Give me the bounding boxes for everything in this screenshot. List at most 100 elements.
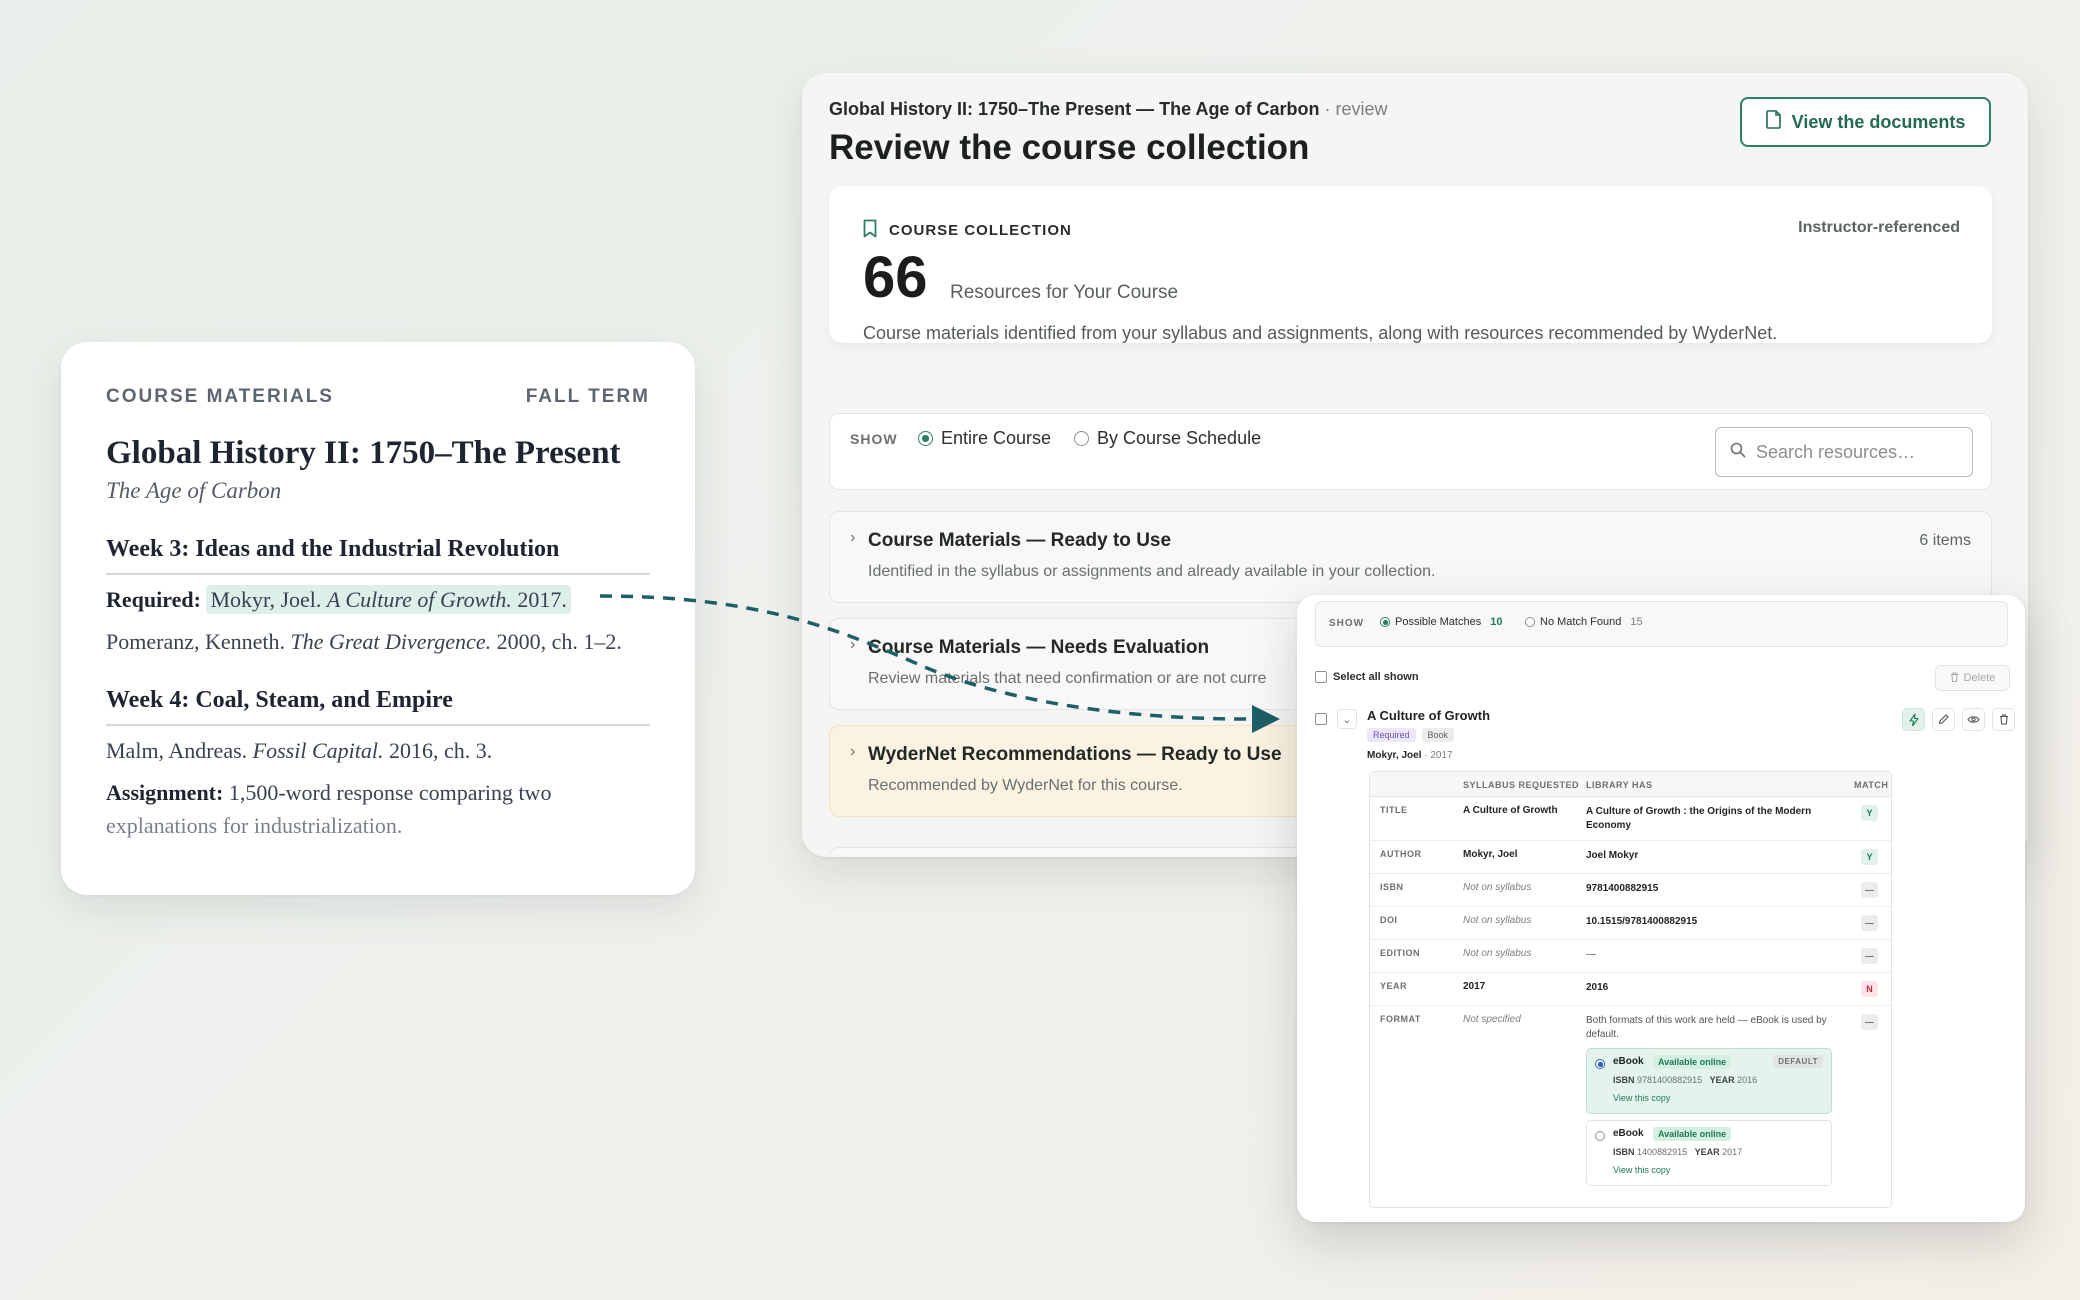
view-documents-label: View the documents (1791, 111, 1966, 132)
table-row: ISBN Not on syllabus 9781400882915 — (1370, 874, 1891, 907)
match-table: SYLLABUS REQUESTED LIBRARY HAS MATCH TIT… (1369, 771, 1892, 1208)
syllabus-card: COURSE MATERIALS FALL TERM Global Histor… (61, 342, 695, 895)
year-value: 2017 (1722, 1147, 1743, 1157)
requested-value: Not specified (1463, 1014, 1521, 1025)
field-label: DOI (1380, 915, 1398, 925)
type-tag: Book (1421, 728, 1455, 742)
match-badge: N (1861, 981, 1878, 997)
course-collection-card: COURSE COLLECTION Instructor-referenced … (829, 186, 1992, 343)
collection-description: Course materials identified from your sy… (863, 323, 1778, 343)
view-copy-link[interactable]: View this copy (1613, 1093, 1670, 1103)
table-row: FORMAT Not specified Both formats of thi… (1370, 1006, 1891, 1209)
requested-value: Not on syllabus (1463, 948, 1532, 959)
breadcrumb-suffix: · review (1324, 99, 1388, 119)
format-option-default[interactable]: eBook Available online DEFAULT ISBN 9781… (1586, 1048, 1832, 1114)
section-count: 6 items (1919, 532, 1971, 549)
required-label: Required: (106, 587, 201, 612)
isbn-value: 9781400882915 (1637, 1075, 1703, 1085)
header-syllabus-requested: SYLLABUS REQUESTED (1463, 780, 1580, 790)
field-label: YEAR (1380, 981, 1408, 991)
chevron-right-icon: › (850, 743, 856, 760)
format-meta: ISBN 9781400882915 YEAR 2016 (1613, 1075, 1757, 1085)
required-citation-highlight[interactable]: Mokyr, Joel. A Culture of Growth. 2017. (206, 585, 571, 614)
trash-icon[interactable] (1992, 708, 2015, 731)
match-badge: Y (1861, 849, 1878, 865)
bookmark-icon (863, 219, 877, 242)
item-year: · 2017 (1424, 750, 1453, 761)
show-label: SHOW (850, 431, 898, 447)
view-documents-button[interactable]: View the documents (1740, 97, 1991, 147)
header-match: MATCH (1854, 780, 1889, 790)
item-checkbox[interactable] (1315, 713, 1327, 725)
week3-heading: Week 3: Ideas and the Industrial Revolut… (106, 536, 650, 575)
reading-author: Malm, Andreas. (106, 738, 248, 763)
radio-unselected-icon (1074, 431, 1089, 446)
table-row: DOI Not on syllabus 10.1515/978140088291… (1370, 907, 1891, 940)
requested-value: 2017 (1463, 981, 1486, 992)
item-actions (1902, 708, 2015, 731)
week4-reading-line: Malm, Andreas. Fossil Capital. 2016, ch.… (106, 738, 650, 764)
view-copy-link[interactable]: View this copy (1613, 1165, 1670, 1175)
possible-count: 10 (1490, 616, 1503, 628)
reading-title: Fossil Capital. (252, 738, 384, 763)
year-label: YEAR (1694, 1147, 1720, 1157)
field-label: FORMAT (1380, 1014, 1421, 1024)
collection-label: COURSE COLLECTION (889, 222, 1072, 239)
syllabus-label: COURSE MATERIALS (106, 386, 334, 407)
reading-details: 2016, ch. 3. (388, 738, 493, 763)
assignment-text-faded: explanations for industrialization. (106, 813, 403, 838)
field-label: AUTHOR (1380, 849, 1422, 859)
section-description: Review materials that need confirmation … (868, 670, 1267, 687)
format-name: eBook (1613, 1056, 1644, 1067)
lightning-icon[interactable] (1902, 708, 1925, 731)
radio-possible-matches[interactable]: Possible Matches 10 (1380, 616, 1502, 628)
item-author: Mokyr, Joel · 2017 (1367, 750, 1453, 761)
isbn-label: ISBN (1613, 1147, 1635, 1157)
show-label: SHOW (1329, 618, 1365, 629)
item-author-name: Mokyr, Joel (1367, 750, 1422, 761)
pencil-icon[interactable] (1932, 708, 1955, 731)
requested-value: Not on syllabus (1463, 915, 1532, 926)
match-badge: — (1861, 882, 1878, 898)
match-filter-bar: SHOW Possible Matches 10 No Match Found … (1315, 601, 2008, 647)
select-all-checkbox[interactable]: Select all shown (1315, 671, 1419, 683)
match-badge: — (1861, 915, 1878, 931)
breadcrumb-course[interactable]: Global History II: 1750–The Present — Th… (829, 99, 1319, 119)
match-badge: — (1861, 1014, 1878, 1030)
radio-no-match[interactable]: No Match Found 15 (1525, 616, 1643, 628)
radio-by-schedule[interactable]: By Course Schedule (1074, 428, 1261, 449)
week3-required-line: Required: Mokyr, Joel. A Culture of Grow… (106, 585, 650, 614)
search-placeholder: Search resources… (1756, 441, 1916, 462)
format-option-alternate[interactable]: eBook Available online ISBN 1400882915 Y… (1586, 1120, 1832, 1186)
isbn-value: 1400882915 (1637, 1147, 1688, 1157)
eye-icon[interactable] (1962, 708, 1985, 731)
availability-badge: Available online (1653, 1127, 1732, 1141)
radio-entire-course[interactable]: Entire Course (918, 428, 1051, 449)
format-meta: ISBN 1400882915 YEAR 2017 (1613, 1147, 1742, 1157)
reading-details: 2000, ch. 1–2. (496, 629, 622, 654)
requested-value: Mokyr, Joel (1463, 849, 1518, 860)
requested-value: Not on syllabus (1463, 882, 1532, 893)
table-row: TITLE A Culture of Growth A Culture of G… (1370, 797, 1891, 841)
radio-label: Possible Matches (1395, 616, 1482, 628)
trash-icon (1950, 672, 1959, 685)
delete-button[interactable]: Delete (1935, 665, 2010, 691)
document-icon (1765, 110, 1782, 134)
nomatch-count: 15 (1630, 616, 1643, 628)
library-value: 2016 (1586, 982, 1609, 993)
required-tag: Required (1367, 728, 1416, 742)
section-ready-to-use[interactable]: › Course Materials — Ready to Use Identi… (829, 511, 1992, 603)
match-badge: Y (1861, 805, 1878, 821)
breadcrumb: Global History II: 1750–The Present — Th… (829, 99, 1387, 120)
section-description: Recommended by WyderNet for this course. (868, 777, 1183, 794)
chevron-down-icon[interactable]: ⌄ (1337, 709, 1357, 729)
search-input[interactable]: Search resources… (1715, 427, 1973, 477)
section-title: Course Materials — Needs Evaluation (868, 637, 1210, 658)
availability-badge: Available online (1653, 1055, 1732, 1069)
isbn-label: ISBN (1613, 1075, 1635, 1085)
resource-count-label: Resources for Your Course (950, 282, 1179, 303)
page-title: Review the course collection (829, 128, 1310, 167)
radio-selected-icon (1595, 1059, 1605, 1072)
search-icon (1730, 442, 1746, 463)
section-title: Course Materials — Ready to Use (868, 530, 1172, 551)
